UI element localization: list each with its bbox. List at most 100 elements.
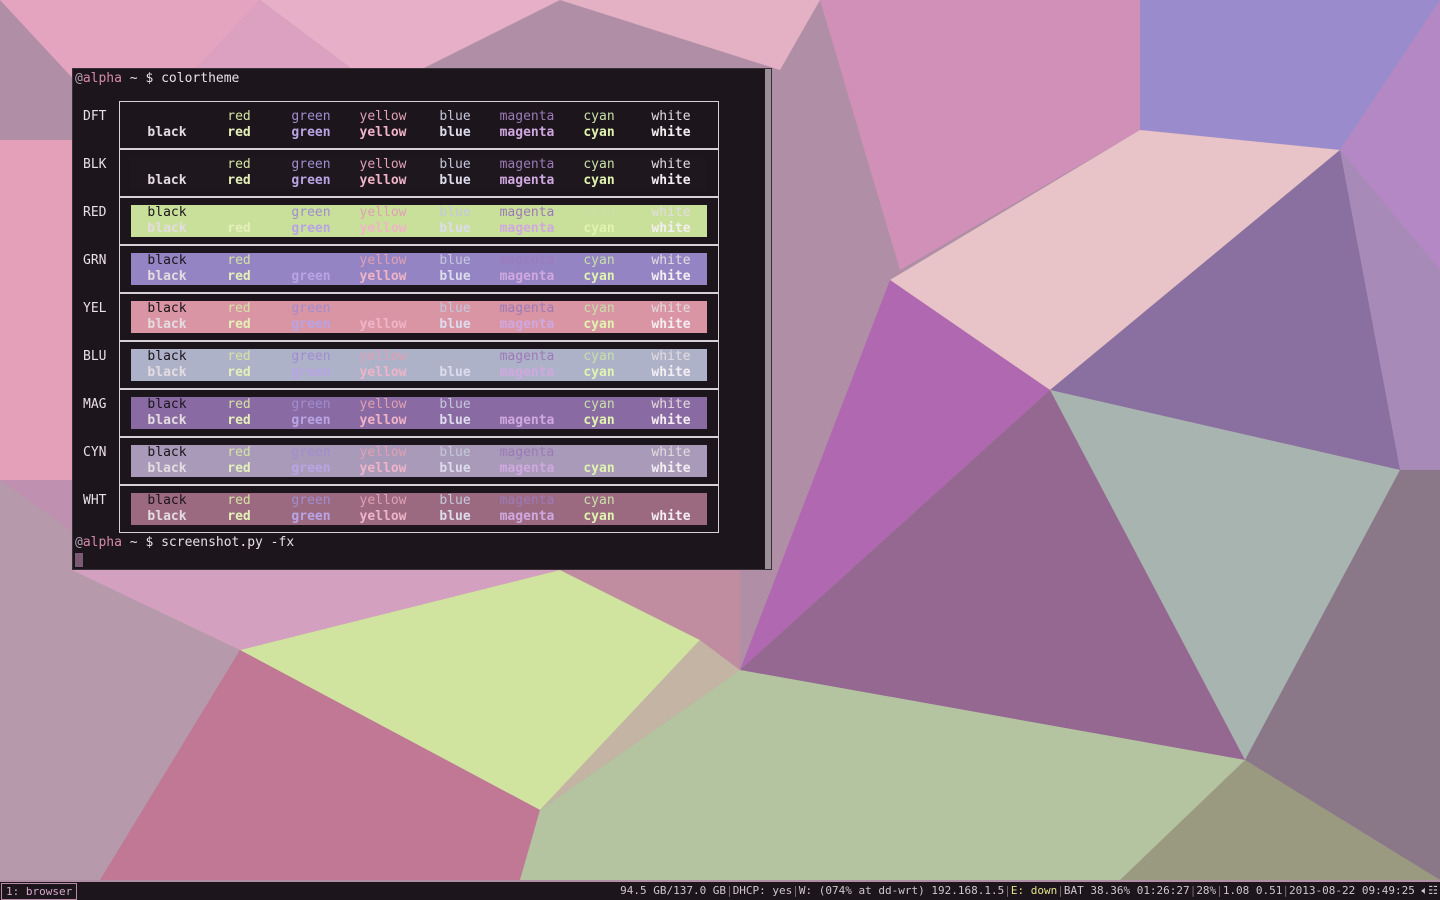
color-cell-green: green	[291, 205, 331, 220]
color-cell-blue	[419, 349, 491, 365]
color-cell-blue: blue	[439, 461, 471, 476]
color-cell-cyan	[563, 445, 635, 461]
color-cell-red: red	[227, 221, 251, 236]
color-cell-red: red	[227, 365, 251, 380]
color-cell-white: white	[651, 221, 691, 236]
color-cell-magenta: magenta	[499, 493, 555, 508]
color-cell-red: red	[227, 461, 251, 476]
color-cell-black: black	[147, 317, 187, 332]
color-cell-blue: blue	[439, 493, 471, 508]
color-cell-blue: blue	[439, 269, 471, 284]
dhcp-status: DHCP: yes	[732, 884, 793, 897]
tray-icon[interactable]: ☷	[1428, 884, 1438, 897]
volume-level: 28%	[1196, 884, 1217, 897]
color-cell-black: black	[147, 173, 187, 188]
color-cell-cyan: cyan	[583, 365, 615, 380]
color-cell-yellow: yellow	[359, 125, 407, 140]
row-label: GRN	[83, 253, 107, 268]
color-cell-cyan: cyan	[583, 413, 615, 428]
row-label: MAG	[83, 397, 107, 412]
color-cell-magenta: magenta	[499, 173, 555, 188]
color-cell-white: white	[651, 269, 691, 284]
color-cell-white: white	[651, 413, 691, 428]
color-row-wht: WHT black red green yellow blue magenta cyan bla…	[73, 485, 723, 541]
color-cell-cyan: cyan	[583, 493, 615, 508]
color-cell-magenta: magenta	[499, 301, 555, 316]
color-cell-cyan: cyan	[583, 157, 615, 172]
color-cell-magenta: magenta	[499, 461, 555, 476]
workspace-button[interactable]: 1: browser	[1, 883, 78, 900]
separator: |	[1004, 884, 1011, 897]
color-cell-yellow: yellow	[359, 269, 407, 284]
color-cell-red: red	[227, 157, 251, 172]
prompt-path: ~ $	[121, 535, 162, 550]
color-cell-black: black	[147, 509, 187, 524]
ethernet-status: E: down	[1010, 884, 1058, 897]
color-cell-cyan: cyan	[583, 125, 615, 140]
color-cell-blue: blue	[439, 365, 471, 380]
color-cell-green: green	[291, 173, 331, 188]
load-average: 1.08 0.51	[1222, 884, 1283, 897]
color-cell-yellow: yellow	[359, 173, 407, 188]
row-label: BLU	[83, 349, 107, 364]
color-cell-yellow: yellow	[359, 317, 407, 332]
row-label: RED	[83, 205, 107, 220]
color-cell-white	[635, 493, 707, 509]
separator: |	[1057, 884, 1064, 897]
color-cell-red: red	[227, 445, 251, 460]
color-cell-magenta: magenta	[499, 109, 555, 124]
color-cell-white: white	[651, 349, 691, 364]
color-cell-yellow: yellow	[359, 397, 407, 412]
color-cell-black: black	[147, 413, 187, 428]
color-cell-cyan: cyan	[583, 349, 615, 364]
color-cell-white: white	[651, 125, 691, 140]
color-cell-red: red	[227, 301, 251, 316]
color-cell-yellow: yellow	[359, 461, 407, 476]
color-cell-cyan: cyan	[583, 397, 615, 412]
terminal-window[interactable]: @alpha ~ $ colortheme DFT red green yellow b…	[72, 68, 772, 570]
prompt-host: alpha	[82, 535, 122, 550]
color-cell-red: red	[227, 317, 251, 332]
color-cell-yellow: yellow	[359, 493, 407, 508]
prompt-user: @	[75, 71, 83, 86]
color-cell-black: black	[147, 301, 187, 316]
color-cell-blue: blue	[439, 221, 471, 236]
color-cell-black: black	[147, 349, 187, 364]
separator: |	[1216, 884, 1223, 897]
color-cell-yellow: yellow	[359, 413, 407, 428]
prompt-line-1: @alpha ~ $ colortheme	[75, 71, 239, 87]
color-cell-cyan: cyan	[583, 317, 615, 332]
color-cell-black: black	[147, 397, 187, 412]
terminal-scrollbar[interactable]	[765, 69, 771, 569]
color-cell-red: red	[227, 173, 251, 188]
color-cell-black	[131, 157, 203, 173]
color-cell-blue: blue	[439, 413, 471, 428]
color-cell-red	[203, 205, 275, 221]
color-cell-magenta: magenta	[499, 413, 555, 428]
color-cell-magenta: magenta	[499, 365, 555, 380]
color-cell-green: green	[291, 509, 331, 524]
color-cell-black: black	[147, 221, 187, 236]
color-cell-red: red	[227, 493, 251, 508]
color-cell-black: black	[147, 125, 187, 140]
color-cell-cyan: cyan	[583, 269, 615, 284]
color-cell-magenta: magenta	[499, 221, 555, 236]
color-cell-blue: blue	[439, 509, 471, 524]
color-cell-red: red	[227, 509, 251, 524]
color-cell-magenta: magenta	[499, 445, 555, 460]
color-cell-green: green	[291, 109, 331, 124]
row-label: CYN	[83, 445, 107, 460]
status-bar: 1: browser 94.5 GB/137.0 GB|DHCP: yes|W:…	[0, 882, 1440, 900]
color-cell-red: red	[227, 253, 251, 268]
color-cell-white: white	[651, 509, 691, 524]
color-cell-black: black	[147, 461, 187, 476]
color-cell-white: white	[651, 397, 691, 412]
color-cell-green: green	[291, 349, 331, 364]
color-cell-red: red	[227, 413, 251, 428]
color-cell-yellow: yellow	[359, 205, 407, 220]
color-cell-blue: blue	[439, 173, 471, 188]
color-cell-red: red	[227, 109, 251, 124]
color-cell-blue: blue	[439, 445, 471, 460]
color-cell-yellow	[347, 301, 419, 317]
color-cell-cyan: cyan	[583, 109, 615, 124]
